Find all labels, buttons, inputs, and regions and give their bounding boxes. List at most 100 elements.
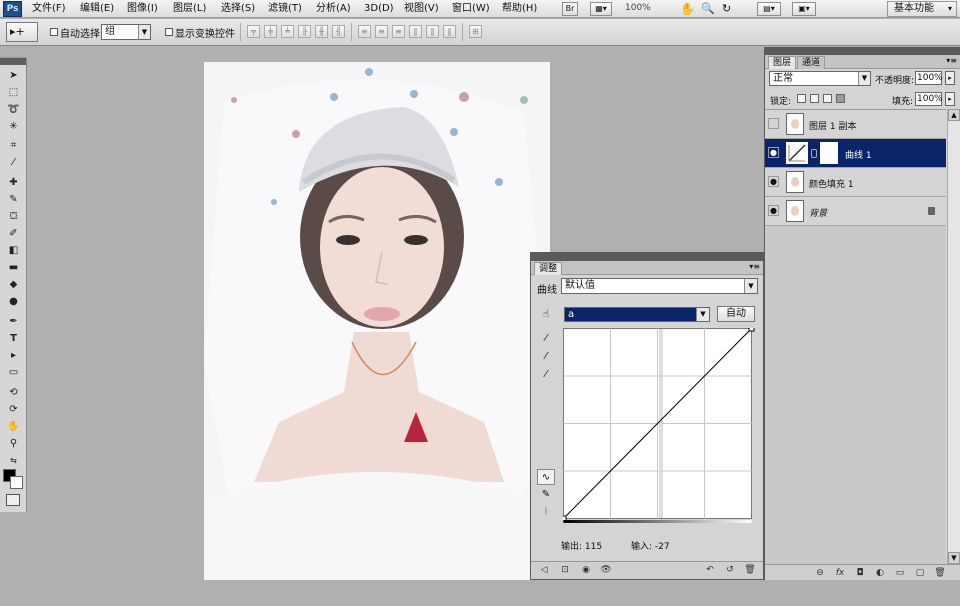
layers-scrollbar[interactable]: ▲ ▼	[947, 109, 960, 564]
brush-tool-icon[interactable]: ✎	[4, 192, 23, 207]
panel-grip[interactable]	[0, 58, 26, 65]
lock-image-icon[interactable]	[810, 94, 819, 103]
scroll-down-icon[interactable]: ▼	[948, 552, 960, 564]
eyedropper-tool-icon[interactable]: ⁄	[4, 155, 23, 170]
opacity-input[interactable]: 100%	[915, 71, 943, 85]
marquee-tool-icon[interactable]: ⬚	[4, 85, 23, 100]
shape-tool-icon[interactable]: ▭	[4, 365, 23, 380]
layer-row-background[interactable]: ● 背景	[765, 197, 946, 226]
scroll-up-icon[interactable]: ▲	[948, 109, 960, 121]
distribute-bottom-icon[interactable]: ≡	[392, 25, 405, 38]
crop-tool-icon[interactable]: ⌗	[4, 138, 23, 153]
panel-menu-icon[interactable]: ▾≡	[946, 56, 957, 65]
curve-graph[interactable]	[563, 328, 757, 524]
eye-icon[interactable]: ●	[768, 147, 779, 158]
hand-tool-icon[interactable]: ✋	[680, 2, 695, 16]
pen-tool-icon[interactable]: ✒	[4, 314, 23, 329]
align-right-icon[interactable]: ╢	[332, 25, 345, 38]
lock-position-icon[interactable]	[823, 94, 832, 103]
lock-transparent-icon[interactable]	[797, 94, 806, 103]
move-tool-icon[interactable]: ➤	[4, 68, 23, 83]
curve-point-tool-icon[interactable]: ∿	[537, 469, 555, 485]
reset-icon[interactable]: ↺	[723, 564, 737, 577]
panel-menu-icon[interactable]: ▾≡	[749, 262, 760, 271]
lasso-tool-icon[interactable]: ➰	[4, 102, 23, 117]
rotate-view-icon[interactable]: ↻	[722, 2, 731, 16]
clone-stamp-tool-icon[interactable]: ⛋	[4, 209, 23, 224]
fill-input[interactable]: 100%	[915, 92, 943, 106]
new-group-icon[interactable]: ▭	[893, 567, 907, 580]
blend-mode-dropdown[interactable]: 正常 ▼	[769, 71, 871, 86]
channel-dropdown[interactable]: a ▼	[564, 307, 710, 322]
tool-preset-picker[interactable]: ▸+	[6, 22, 38, 42]
history-brush-tool-icon[interactable]: ✐	[4, 226, 23, 241]
tab-adjustments[interactable]: 调整	[534, 262, 563, 275]
show-transform-checkbox[interactable]	[165, 28, 173, 36]
menu-file[interactable]: 文件(F)	[32, 2, 66, 16]
workspace-switcher[interactable]: 基本功能 ▾	[887, 1, 957, 17]
eraser-tool-icon[interactable]: ◧	[4, 243, 23, 258]
background-color-swatch[interactable]	[10, 476, 23, 489]
auto-select-dropdown[interactable]: 组 ▼	[101, 24, 151, 40]
distribute-vcenter-icon[interactable]: ≡	[375, 25, 388, 38]
fill-slider-icon[interactable]: ▸	[945, 92, 955, 106]
gradient-tool-icon[interactable]: ▬	[4, 260, 23, 275]
panel-titlebar[interactable]	[531, 253, 763, 261]
zoom-tool-icon[interactable]: ⚲	[4, 436, 23, 451]
distribute-top-icon[interactable]: ≡	[358, 25, 371, 38]
tab-layers[interactable]: 图层	[768, 56, 797, 69]
healing-brush-tool-icon[interactable]: ✚	[4, 175, 23, 190]
3d-orbit-tool-icon[interactable]: ⟳	[4, 402, 23, 417]
auto-select-checkbox[interactable]	[50, 28, 58, 36]
view-extras-icon[interactable]: ▦▾	[590, 2, 612, 16]
panel-titlebar[interactable]	[765, 47, 960, 55]
align-hcenter-icon[interactable]: ╫	[315, 25, 328, 38]
menu-view[interactable]: 视图(V)	[404, 2, 439, 16]
pencil-draw-tool-icon[interactable]: ✎	[537, 487, 555, 503]
clip-layer-icon[interactable]: ◉	[579, 564, 593, 577]
distribute-hcenter-icon[interactable]: ‖	[426, 25, 439, 38]
zoom-tool-icon[interactable]: 🔍	[701, 2, 715, 16]
align-top-icon[interactable]: ╤	[247, 25, 260, 38]
new-adjustment-icon[interactable]: ◐	[873, 567, 887, 580]
type-tool-icon[interactable]: T	[4, 331, 23, 346]
zoom-level[interactable]: 100%	[625, 3, 651, 13]
curves-preset-dropdown[interactable]: 默认值 ▼	[561, 278, 758, 294]
link-layers-icon[interactable]: ⊖	[813, 567, 827, 580]
on-image-adjust-icon[interactable]: ☝	[537, 307, 555, 323]
distribute-right-icon[interactable]: ‖	[443, 25, 456, 38]
black-point-eyedropper-icon[interactable]: ⁄	[537, 331, 555, 347]
menu-select[interactable]: 选择(S)	[221, 2, 255, 16]
chain-link-icon[interactable]	[811, 149, 817, 158]
delete-icon[interactable]: 🗑	[743, 564, 757, 577]
layer-style-icon[interactable]: fx	[833, 567, 847, 580]
new-layer-icon[interactable]: ▢	[913, 567, 927, 580]
gray-point-eyedropper-icon[interactable]: ⁄	[537, 349, 555, 365]
menu-edit[interactable]: 编辑(E)	[80, 2, 114, 16]
tab-channels[interactable]: 通道	[797, 56, 826, 69]
3d-rotate-tool-icon[interactable]: ⟲	[4, 385, 23, 400]
delete-layer-icon[interactable]: 🗑	[933, 567, 947, 580]
swap-colors-icon[interactable]: ⇆	[4, 453, 23, 468]
align-left-icon[interactable]: ╟	[298, 25, 311, 38]
hand-tool-icon[interactable]: ✋	[4, 419, 23, 434]
align-vcenter-icon[interactable]: ╪	[264, 25, 277, 38]
auto-align-layers-icon[interactable]: ⊞	[469, 25, 482, 38]
bridge-button[interactable]: Br	[562, 2, 578, 16]
auto-button[interactable]: 自动	[717, 306, 755, 322]
dodge-tool-icon[interactable]: ●	[4, 294, 23, 309]
layer-row-color-fill[interactable]: ● 颜色填充 1	[765, 168, 946, 197]
menu-filter[interactable]: 滤镜(T)	[268, 2, 302, 16]
path-selection-tool-icon[interactable]: ▸	[4, 348, 23, 363]
distribute-left-icon[interactable]: ‖	[409, 25, 422, 38]
lock-all-icon[interactable]	[836, 94, 845, 103]
menu-layer[interactable]: 图层(L)	[173, 2, 206, 16]
blur-tool-icon[interactable]: ◆	[4, 277, 23, 292]
layer-mask-thumbnail[interactable]	[820, 142, 838, 164]
arrange-documents-icon[interactable]: ▤▾	[757, 2, 781, 16]
screen-mode-icon[interactable]: ▣▾	[792, 2, 816, 16]
document-image[interactable]	[204, 62, 550, 580]
eye-icon[interactable]: ●	[768, 176, 779, 187]
menu-window[interactable]: 窗口(W)	[452, 2, 490, 16]
menu-3d[interactable]: 3D(D)	[364, 2, 394, 16]
